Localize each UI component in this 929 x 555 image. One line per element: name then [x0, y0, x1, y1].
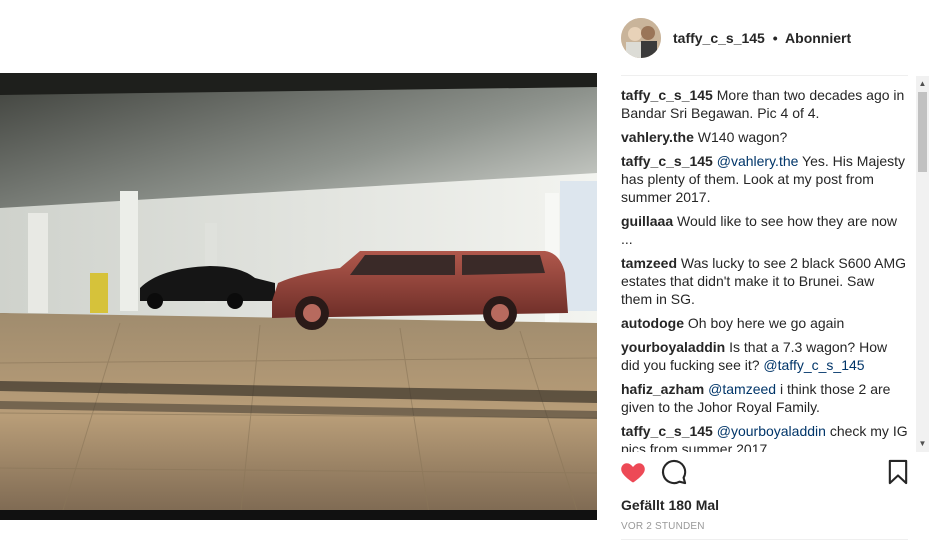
comment-mention[interactable]: @vahlery.the	[717, 153, 799, 169]
comment-item: taffy_c_s_145 @yourboyaladdin check my I…	[621, 422, 909, 452]
comment-item: taffy_c_s_145 @vahlery.the Yes. His Maje…	[621, 152, 909, 206]
divider	[621, 539, 908, 540]
comment-username[interactable]: taffy_c_s_145	[621, 87, 713, 103]
comments-scrollbar[interactable]: ▲ ▼	[916, 76, 929, 452]
photo-svg	[0, 73, 597, 520]
comment-mention[interactable]: @tamzeed	[708, 381, 776, 397]
bookmark-icon[interactable]	[884, 458, 912, 486]
comment-item: vahlery.the W140 wagon?	[621, 128, 909, 146]
comment-item: autodoge Oh boy here we go again	[621, 314, 909, 332]
scroll-up-arrow-icon[interactable]: ▲	[916, 78, 929, 90]
comment-item: taffy_c_s_145 More than two decades ago …	[621, 86, 909, 122]
comment-username[interactable]: taffy_c_s_145	[621, 423, 713, 439]
header-separator: •	[772, 30, 778, 46]
comment-mention[interactable]: @taffy_c_s_145	[763, 357, 864, 373]
comment-username[interactable]: taffy_c_s_145	[621, 153, 713, 169]
comments-list[interactable]: taffy_c_s_145 More than two decades ago …	[621, 86, 909, 452]
comment-item: tamzeed Was lucky to see 2 black S600 AM…	[621, 254, 909, 308]
scroll-down-arrow-icon[interactable]: ▼	[916, 438, 929, 450]
header-text: taffy_c_s_145 • Abonniert	[673, 30, 851, 46]
avatar[interactable]	[621, 18, 661, 58]
comment-username[interactable]: hafiz_azham	[621, 381, 704, 397]
comment-text: Oh boy here we go again	[687, 315, 845, 331]
action-bar	[619, 458, 909, 490]
comment-username[interactable]: guillaaa	[621, 213, 673, 229]
username-link[interactable]: taffy_c_s_145	[673, 30, 765, 46]
heart-filled-icon[interactable]	[619, 458, 647, 486]
divider	[621, 75, 908, 76]
comment-mention[interactable]: @yourboyaladdin	[717, 423, 826, 439]
comment-username[interactable]: yourboyaladdin	[621, 339, 725, 355]
likes-count[interactable]: Gefällt 180 Mal	[621, 497, 719, 513]
timestamp[interactable]: VOR 2 STUNDEN	[621, 521, 705, 532]
comment-item: hafiz_azham @tamzeed i think those 2 are…	[621, 380, 909, 416]
comment-text: W140 wagon?	[697, 129, 788, 145]
comment-item: guillaaa Would like to see how they are …	[621, 212, 909, 248]
post-header: taffy_c_s_145 • Abonniert	[621, 18, 851, 58]
follow-status-button[interactable]: Abonniert	[785, 30, 851, 46]
comment-username[interactable]: autodoge	[621, 315, 684, 331]
comment-username[interactable]: vahlery.the	[621, 129, 694, 145]
scroll-thumb[interactable]	[918, 92, 927, 172]
post-photo[interactable]	[0, 73, 597, 520]
comment-username[interactable]: tamzeed	[621, 255, 677, 271]
comment-bubble-icon[interactable]	[660, 458, 688, 486]
comment-item: yourboyaladdin Is that a 7.3 wagon? How …	[621, 338, 909, 374]
